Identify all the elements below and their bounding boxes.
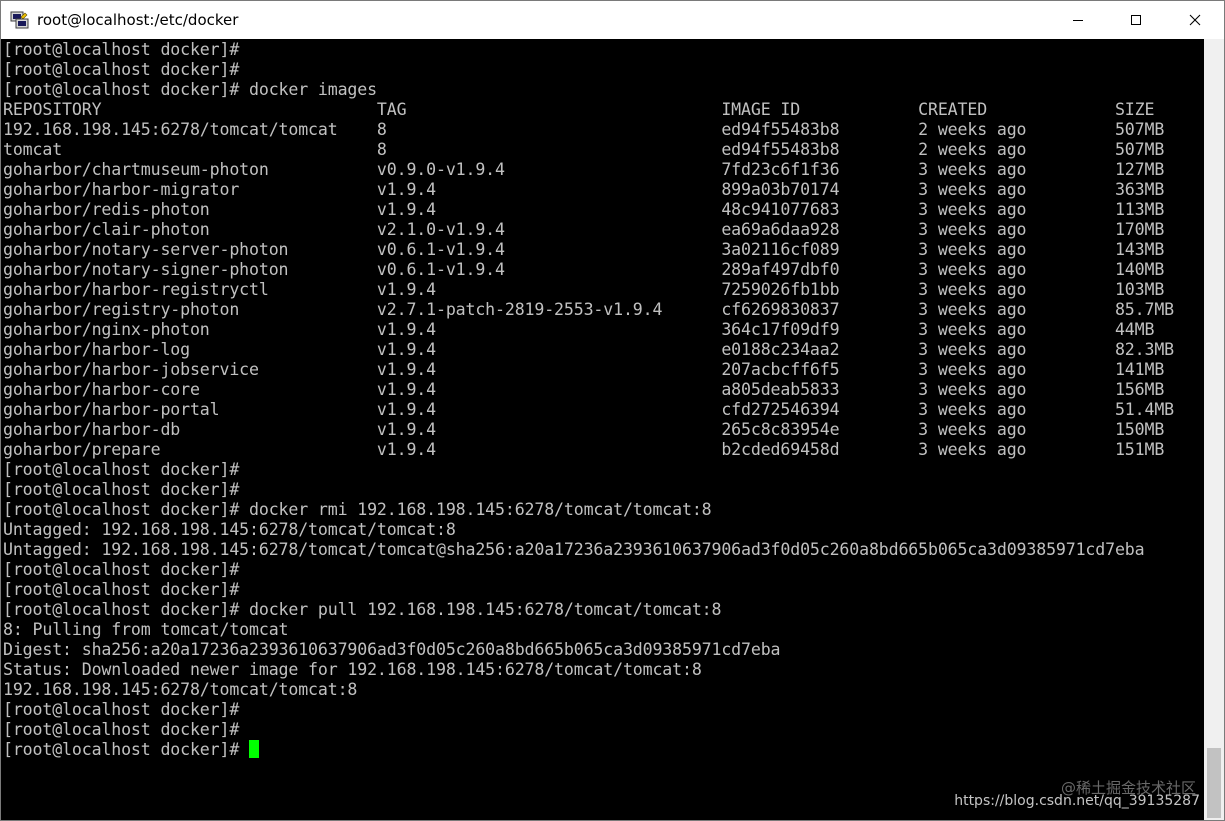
vertical-scrollbar[interactable] — [1204, 39, 1224, 820]
terminal-line: Untagged: 192.168.198.145:6278/tomcat/to… — [3, 520, 456, 539]
terminal-line: goharbor/harbor-log v1.9.4 e0188c234aa2 … — [3, 340, 1174, 359]
window-title: root@localhost:/etc/docker — [37, 11, 239, 29]
maximize-button[interactable] — [1107, 1, 1165, 39]
terminal-line: tomcat 8 ed94f55483b8 2 weeks ago 507MB — [3, 140, 1165, 159]
minimize-icon — [1073, 20, 1083, 21]
terminal-line: [root@localhost docker]# — [3, 700, 240, 719]
terminal-line: goharbor/harbor-jobservice v1.9.4 207acb… — [3, 360, 1165, 379]
terminal-line: REPOSITORY TAG IMAGE ID CREATED SIZE — [3, 100, 1155, 119]
terminal-window: root@localhost:/etc/docker [root@localho… — [0, 0, 1225, 821]
close-icon — [1189, 14, 1201, 26]
terminal-line: goharbor/nginx-photon v1.9.4 364c17f09df… — [3, 320, 1155, 339]
terminal-line: goharbor/prepare v1.9.4 b2cded69458d 3 w… — [3, 440, 1165, 459]
terminal-line: goharbor/chartmuseum-photon v0.9.0-v1.9.… — [3, 160, 1165, 179]
terminal-line: [root@localhost docker]# — [3, 60, 240, 79]
terminal-line: Untagged: 192.168.198.145:6278/tomcat/to… — [3, 540, 1145, 559]
terminal-line: Digest: sha256:a20a17236a2393610637906ad… — [3, 640, 781, 659]
terminal-line: 192.168.198.145:6278/tomcat/tomcat:8 — [3, 680, 358, 699]
terminal-line: goharbor/redis-photon v1.9.4 48c94107768… — [3, 200, 1165, 219]
terminal-line: 8: Pulling from tomcat/tomcat — [3, 620, 289, 639]
putty-terminal-icon[interactable] — [10, 10, 30, 30]
terminal-line: goharbor/harbor-migrator v1.9.4 899a03b7… — [3, 180, 1165, 199]
minimize-button[interactable] — [1049, 1, 1107, 39]
terminal-line: goharbor/harbor-registryctl v1.9.4 72590… — [3, 280, 1165, 299]
terminal-lines: [root@localhost docker]# [root@localhost … — [3, 40, 1174, 760]
watermark-url: https://blog.csdn.net/qq_39135287 — [954, 793, 1200, 809]
terminal-line: [root@localhost docker]# — [3, 480, 240, 499]
terminal-line: [root@localhost docker]# — [3, 560, 240, 579]
terminal-line: [root@localhost docker]# — [3, 460, 240, 479]
terminal-line: [root@localhost docker]# docker pull 192… — [3, 600, 722, 619]
terminal-line: goharbor/notary-signer-photon v0.6.1-v1.… — [3, 260, 1165, 279]
prompt-text: [root@localhost docker]# — [3, 740, 250, 759]
title-bar[interactable]: root@localhost:/etc/docker — [1, 1, 1224, 39]
terminal-line: [root@localhost docker]# — [3, 720, 240, 739]
terminal-line: goharbor/harbor-db v1.9.4 265c8c83954e 3… — [3, 420, 1165, 439]
terminal-line: [root@localhost docker]# docker rmi 192.… — [3, 500, 712, 519]
terminal-line: goharbor/clair-photon v2.1.0-v1.9.4 ea69… — [3, 220, 1165, 239]
terminal-line: Status: Downloaded newer image for 192.1… — [3, 660, 702, 679]
terminal-line: [root@localhost docker]# docker images — [3, 80, 377, 99]
terminal-line: goharbor/registry-photon v2.7.1-patch-28… — [3, 300, 1174, 319]
maximize-icon — [1131, 15, 1141, 25]
terminal-line: 192.168.198.145:6278/tomcat/tomcat 8 ed9… — [3, 120, 1165, 139]
close-button[interactable] — [1166, 1, 1224, 39]
text-cursor — [249, 740, 260, 758]
terminal-line: goharbor/harbor-portal v1.9.4 cfd2725463… — [3, 400, 1174, 419]
terminal-prompt-line[interactable]: [root@localhost docker]# — [3, 740, 1174, 760]
terminal-line: [root@localhost docker]# — [3, 40, 240, 59]
terminal-line: goharbor/notary-server-photon v0.6.1-v1.… — [3, 240, 1165, 259]
terminal-output-area[interactable]: [root@localhost docker]# [root@localhost … — [1, 39, 1204, 820]
scrollbar-thumb[interactable] — [1207, 748, 1221, 818]
terminal-line: [root@localhost docker]# — [3, 580, 240, 599]
terminal-line: goharbor/harbor-core v1.9.4 a805deab5833… — [3, 380, 1165, 399]
